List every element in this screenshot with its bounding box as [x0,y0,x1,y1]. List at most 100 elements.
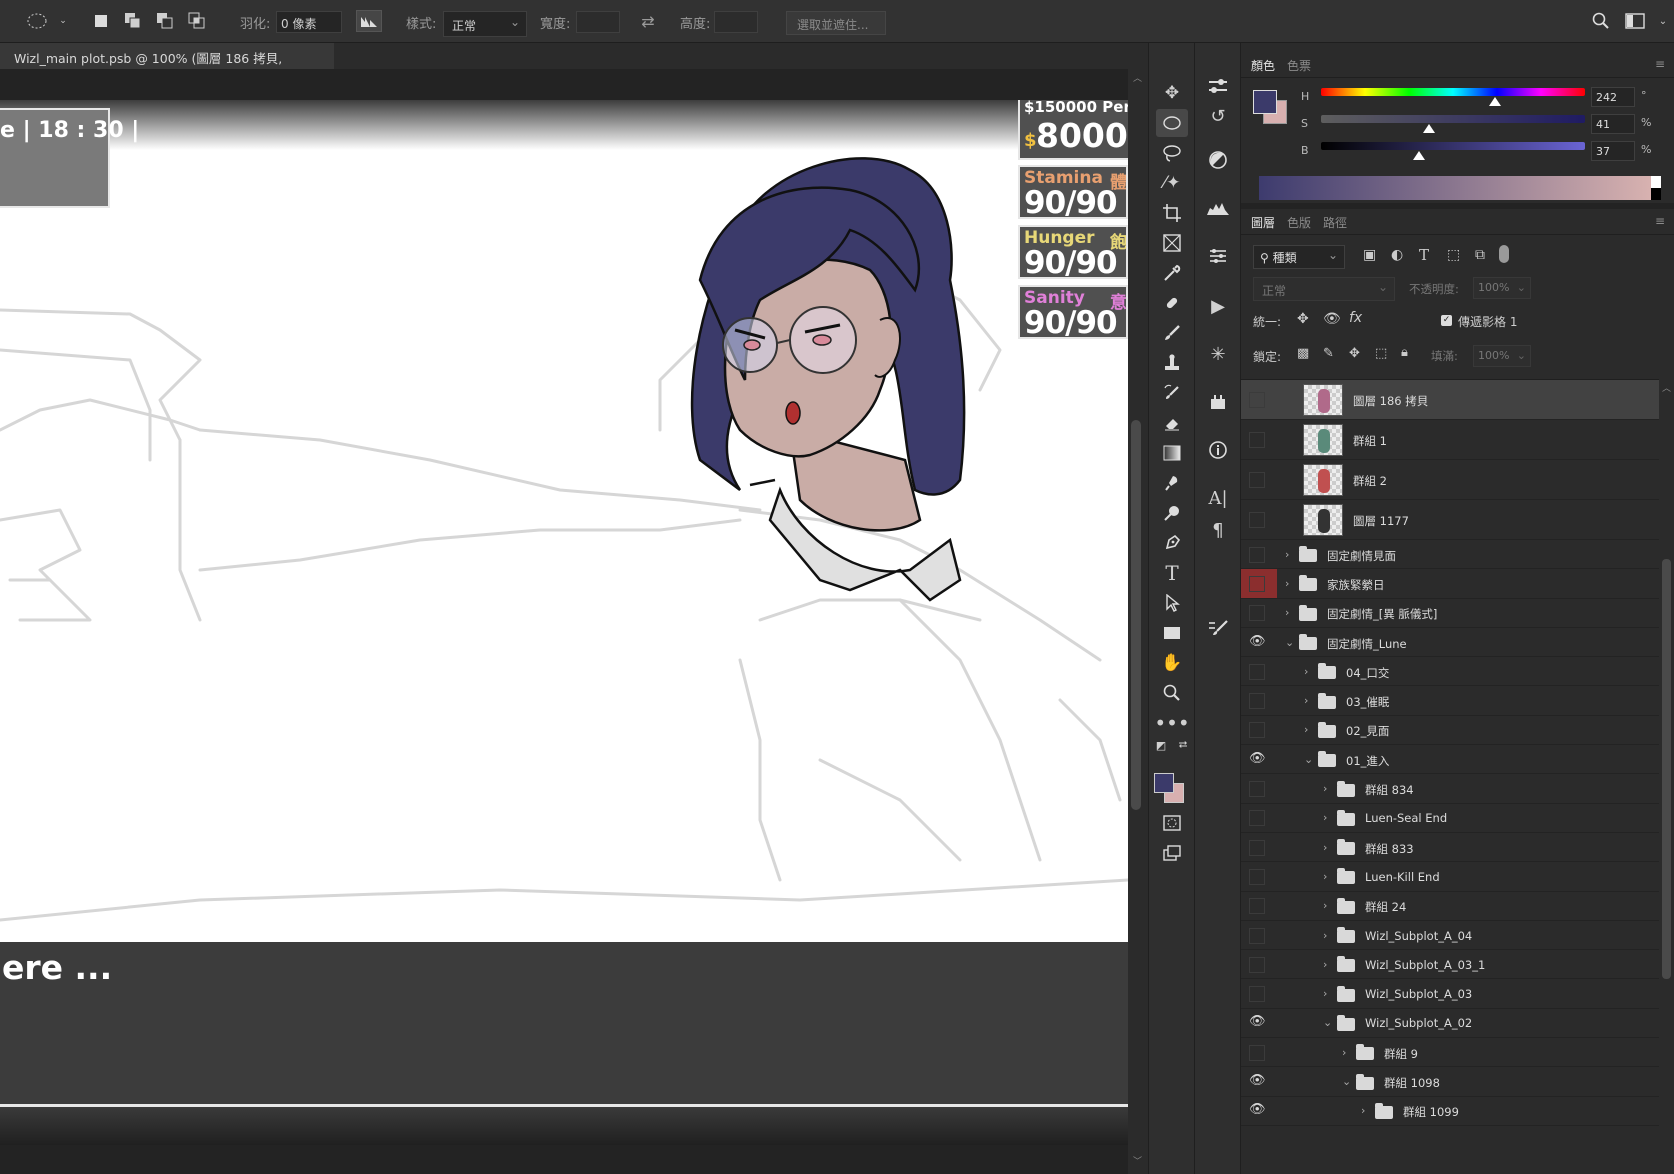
smudge-tool-icon[interactable] [1156,469,1188,497]
visibility-eye-icon[interactable]: 👁 [1249,1074,1266,1090]
group-row[interactable]: › Luen-Kill End [1241,862,1659,892]
tab-swatches[interactable]: 色票 [1287,57,1311,74]
visibility-eye-icon[interactable] [1249,693,1265,710]
filter-adjustment-icon[interactable]: ◐ [1391,247,1403,263]
hue-value[interactable]: 242 [1591,87,1635,107]
saturation-value[interactable]: 41 [1591,114,1635,134]
chevron-right-icon[interactable]: › [1323,870,1327,883]
hue-slider[interactable] [1321,88,1585,96]
group-row[interactable]: › Wizl_Subplot_A_04 [1241,920,1659,951]
filter-pixel-icon[interactable]: ▣ [1363,247,1376,263]
unify-style-icon[interactable]: fx [1349,310,1362,326]
visibility-eye-icon[interactable] [1249,546,1265,563]
layer-row[interactable]: 圖層 186 拷貝 [1241,380,1659,420]
chevron-right-icon[interactable]: › [1285,577,1289,590]
height-input[interactable] [714,11,758,33]
visibility-eye-icon[interactable] [1249,432,1265,448]
layer-list-scroll-thumb[interactable] [1662,559,1671,979]
plugins-icon[interactable] [1202,387,1234,417]
more-tools-icon[interactable]: ••• [1154,709,1189,737]
select-and-mask-button[interactable]: 選取並遮住... [786,11,886,35]
frame-tool-icon[interactable] [1156,229,1188,257]
group-row[interactable]: › Wizl_Subplot_A_03_1 [1241,950,1659,980]
history-brush-tool-icon[interactable] [1156,379,1188,407]
visibility-eye-icon[interactable] [1249,986,1265,1003]
visibility-eye-icon[interactable] [1249,472,1265,488]
color-ramp[interactable] [1259,176,1651,200]
visibility-eye-icon[interactable]: 👁 [1249,751,1266,768]
brush-tool-icon[interactable] [1156,319,1188,347]
group-row[interactable]: 👁 ⌄ 固定劇情_Lune [1241,627,1659,658]
move-tool-icon[interactable]: ✥ [1156,79,1188,107]
visibility-eye-icon[interactable] [1249,839,1265,856]
group-row[interactable]: › 固定劇情_[異 脈儀式] [1241,598,1659,628]
group-row[interactable]: › 群組 833 [1241,833,1659,863]
workspace-dropdown-icon[interactable]: ⌄ [1652,10,1674,32]
visibility-eye-icon[interactable] [1249,927,1265,944]
pen-tool-icon[interactable] [1156,529,1188,557]
properties-icon[interactable] [1202,71,1234,101]
brightness-slider[interactable] [1321,142,1585,150]
chevron-down-icon[interactable]: ⌄ [1304,753,1313,766]
visibility-eye-icon[interactable] [1249,781,1265,798]
group-row[interactable]: 👁 ⌄ Wizl_Subplot_A_02 [1241,1008,1659,1039]
visibility-eye-icon[interactable]: 👁 [1249,1015,1266,1031]
saturation-slider-handle[interactable] [1423,124,1435,133]
visibility-eye-icon[interactable] [1249,575,1265,592]
fill-input[interactable]: 100% ⌄ [1473,345,1531,367]
swap-colors-icon[interactable]: ⮂ [1175,737,1191,753]
chevron-right-icon[interactable]: › [1342,1046,1346,1059]
scroll-up-icon[interactable]: ︿ [1662,381,1671,394]
histogram-icon[interactable] [1202,193,1234,223]
unify-visibility-icon[interactable]: 👁 [1323,311,1341,327]
unify-position-icon[interactable]: ✥ [1297,311,1309,327]
elliptical-marquee-preset-icon[interactable] [22,10,52,32]
group-row[interactable]: › 家族緊縈日 [1241,569,1659,599]
blend-mode-select[interactable]: 正常 ⌄ [1253,277,1395,301]
paragraph-icon[interactable]: ¶ [1202,515,1234,545]
new-selection-icon[interactable] [90,10,112,32]
scroll-up-icon[interactable]: ︿ [1133,71,1142,84]
group-row[interactable]: 👁 ⌄ 群組 1098 [1241,1067,1659,1097]
group-row[interactable]: 👁 › 群組 1099 [1241,1096,1659,1126]
chevron-down-icon[interactable]: ⌄ [1285,636,1294,649]
swap-dimensions-icon[interactable]: ⇄ [637,10,659,32]
brightness-value[interactable]: 37 [1591,141,1635,161]
tab-channels[interactable]: 色版 [1287,214,1311,231]
group-row[interactable]: › Luen-Seal End [1241,803,1659,833]
quick-mask-icon[interactable] [1156,809,1188,837]
chevron-right-icon[interactable]: › [1323,987,1327,1000]
color-panel-fg-swatch[interactable] [1253,90,1277,114]
chevron-right-icon[interactable]: › [1323,929,1327,942]
add-selection-icon[interactable] [122,10,144,32]
hue-slider-handle[interactable] [1489,97,1501,106]
group-row[interactable]: › Wizl_Subplot_A_03 [1241,979,1659,1009]
visibility-eye-icon[interactable] [1249,810,1265,827]
info-icon[interactable] [1202,435,1234,465]
hand-tool-icon[interactable]: ✋ [1156,649,1188,677]
visibility-eye-icon[interactable] [1249,1044,1265,1061]
chevron-down-icon[interactable]: ⌄ [1342,1075,1351,1088]
default-colors-icon[interactable]: ◩ [1153,737,1169,753]
screen-mode-icon[interactable] [1156,839,1188,867]
tab-color[interactable]: 顏色 [1251,57,1275,74]
visibility-eye-icon[interactable] [1249,868,1265,885]
lock-transparent-icon[interactable]: ▩ [1297,346,1309,361]
visibility-eye-icon[interactable] [1249,663,1265,680]
preset-dropdown-icon[interactable]: ⌄ [52,10,74,32]
chevron-right-icon[interactable]: › [1304,723,1308,736]
intersect-selection-icon[interactable] [186,10,208,32]
tab-paths[interactable]: 路徑 [1323,214,1347,231]
type-tool-icon[interactable]: T [1156,559,1188,587]
rectangle-tool-icon[interactable] [1156,619,1188,647]
filter-shape-icon[interactable]: ⬚ [1447,247,1460,263]
foreground-color-swatch[interactable] [1154,773,1174,793]
visibility-eye-icon[interactable] [1249,898,1265,915]
group-row[interactable]: › 03_催眠 [1241,686,1659,716]
dodge-tool-icon[interactable] [1156,499,1188,527]
chevron-right-icon[interactable]: › [1285,606,1289,619]
chevron-right-icon[interactable]: › [1304,694,1308,707]
subtract-selection-icon[interactable] [154,10,176,32]
search-icon[interactable] [1590,10,1612,32]
adjustments-icon[interactable] [1202,145,1234,175]
